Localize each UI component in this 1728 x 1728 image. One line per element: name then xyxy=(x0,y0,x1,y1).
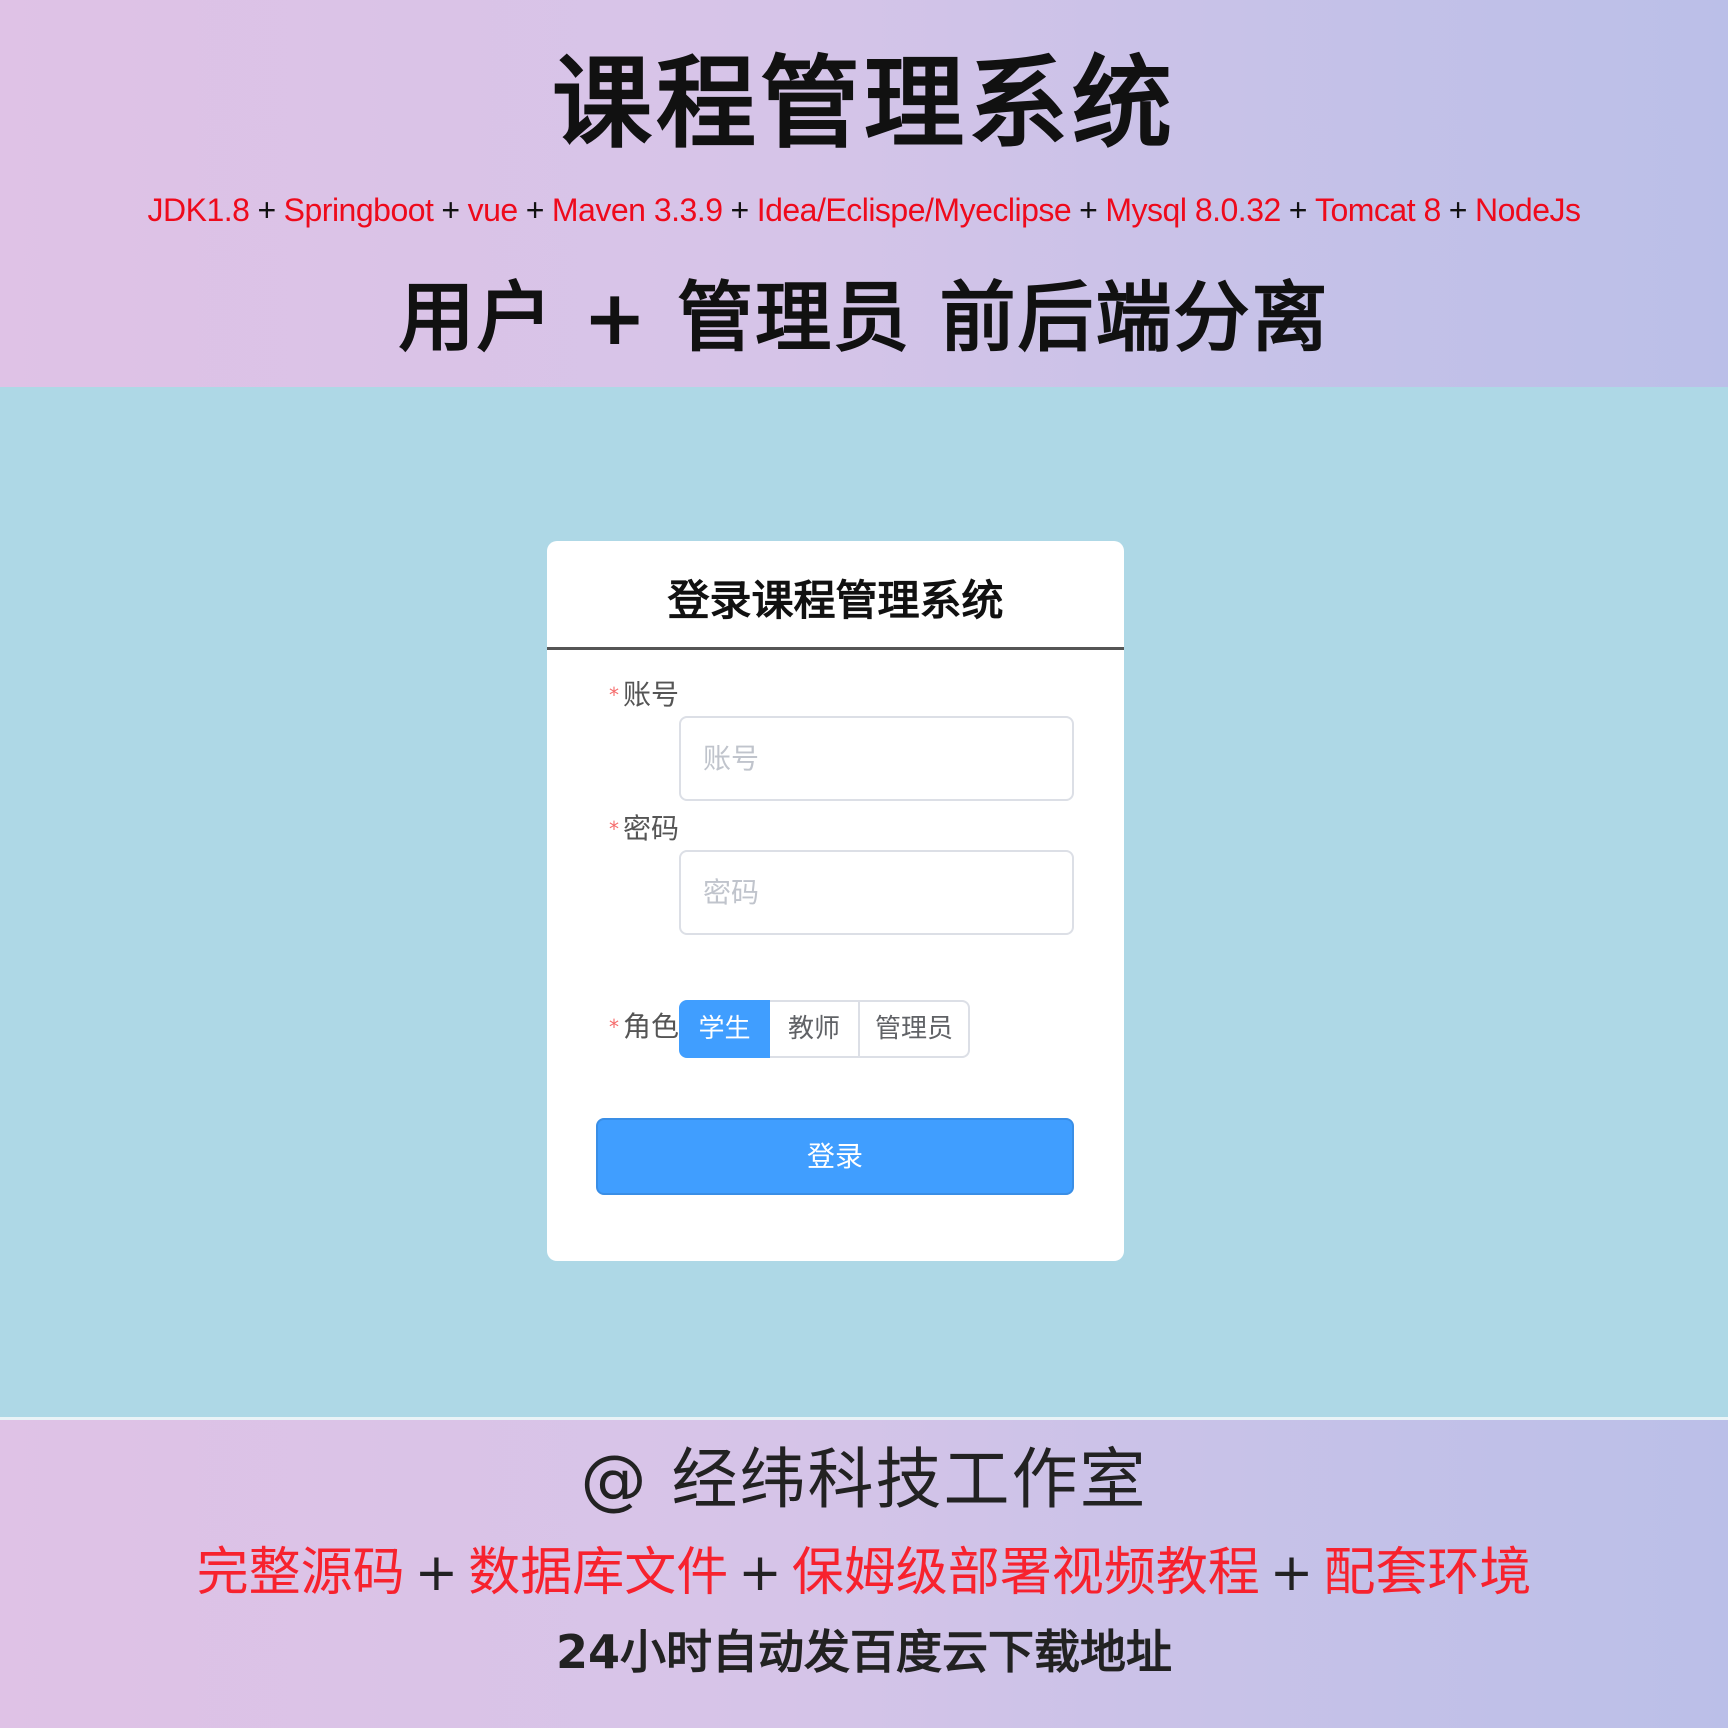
plus-separator: + xyxy=(1448,192,1468,228)
required-mark: * xyxy=(608,1015,619,1039)
studio-name: @ 经纬科技工作室 xyxy=(580,1441,1148,1518)
plus-separator: + xyxy=(441,192,460,228)
required-mark: * xyxy=(608,683,619,707)
plus-separator: + xyxy=(730,192,750,228)
banner-subtitle: 用户 + 管理员 前后端分离 xyxy=(398,273,1330,362)
tech-stack-item: Mysql 8.0.32 xyxy=(1105,192,1281,228)
role-label: * 角色 xyxy=(595,1007,679,1047)
password-label: * 密码 xyxy=(595,809,679,849)
tech-stack-item: JDK1.8 xyxy=(147,192,250,228)
tech-stack-item: vue xyxy=(467,192,519,228)
plus-separator: + xyxy=(525,192,545,228)
login-card: 登录课程管理系统 *账号 *密码 *角色 学生 教师 管理员 登录 xyxy=(547,541,1124,1261)
account-label-text: 账号 xyxy=(622,678,679,711)
role-radio-group: 学生 教师 管理员 xyxy=(679,1000,970,1058)
plus-separator: + xyxy=(257,192,276,228)
title-divider xyxy=(547,647,1124,650)
account-input[interactable] xyxy=(679,716,1074,801)
role-label-text: 角色 xyxy=(622,1010,679,1043)
role-option-teacher[interactable]: 教师 xyxy=(770,1000,860,1058)
tech-stack-item: Tomcat 8 xyxy=(1314,192,1441,228)
login-title: 登录课程管理系统 xyxy=(667,576,1004,625)
banner-title: 课程管理系统 xyxy=(552,45,1176,162)
tech-stack-item: Springboot xyxy=(283,192,434,228)
plus-separator: + xyxy=(1079,192,1098,228)
feature-item: 配套环境 xyxy=(1323,1543,1532,1603)
password-label-text: 密码 xyxy=(622,812,679,845)
role-option-admin[interactable]: 管理员 xyxy=(860,1000,970,1058)
password-input[interactable] xyxy=(679,850,1074,935)
plus-separator: + xyxy=(738,1543,782,1603)
login-button[interactable]: 登录 xyxy=(596,1118,1074,1195)
account-label: * 账号 xyxy=(595,675,679,715)
feature-item: 数据库文件 xyxy=(468,1543,729,1603)
feature-item: 完整源码 xyxy=(196,1543,405,1603)
tech-stack-line: JDK1.8 + Springboot + vue + Maven 3.3.9 + Idea/E… xyxy=(0,188,1728,232)
plus-separator: + xyxy=(1269,1543,1314,1603)
plus-separator: + xyxy=(414,1543,459,1603)
role-option-student[interactable]: 学生 xyxy=(679,1000,770,1058)
tech-stack-item: NodeJs xyxy=(1474,192,1581,228)
tech-stack-item: Idea/Eclispe/Myeclipse xyxy=(756,192,1072,228)
features-line: 完整源码 + 数据库文件 + 保姆级部署视频教程 + 配套环境 xyxy=(0,1538,1728,1608)
tech-stack-item: Maven 3.3.9 xyxy=(551,192,723,228)
plus-separator: + xyxy=(1288,192,1308,228)
feature-item: 保姆级部署视频教程 xyxy=(791,1543,1260,1603)
delivery-note: 24小时自动发百度云下载地址 xyxy=(555,1625,1172,1679)
required-mark: * xyxy=(608,817,619,841)
